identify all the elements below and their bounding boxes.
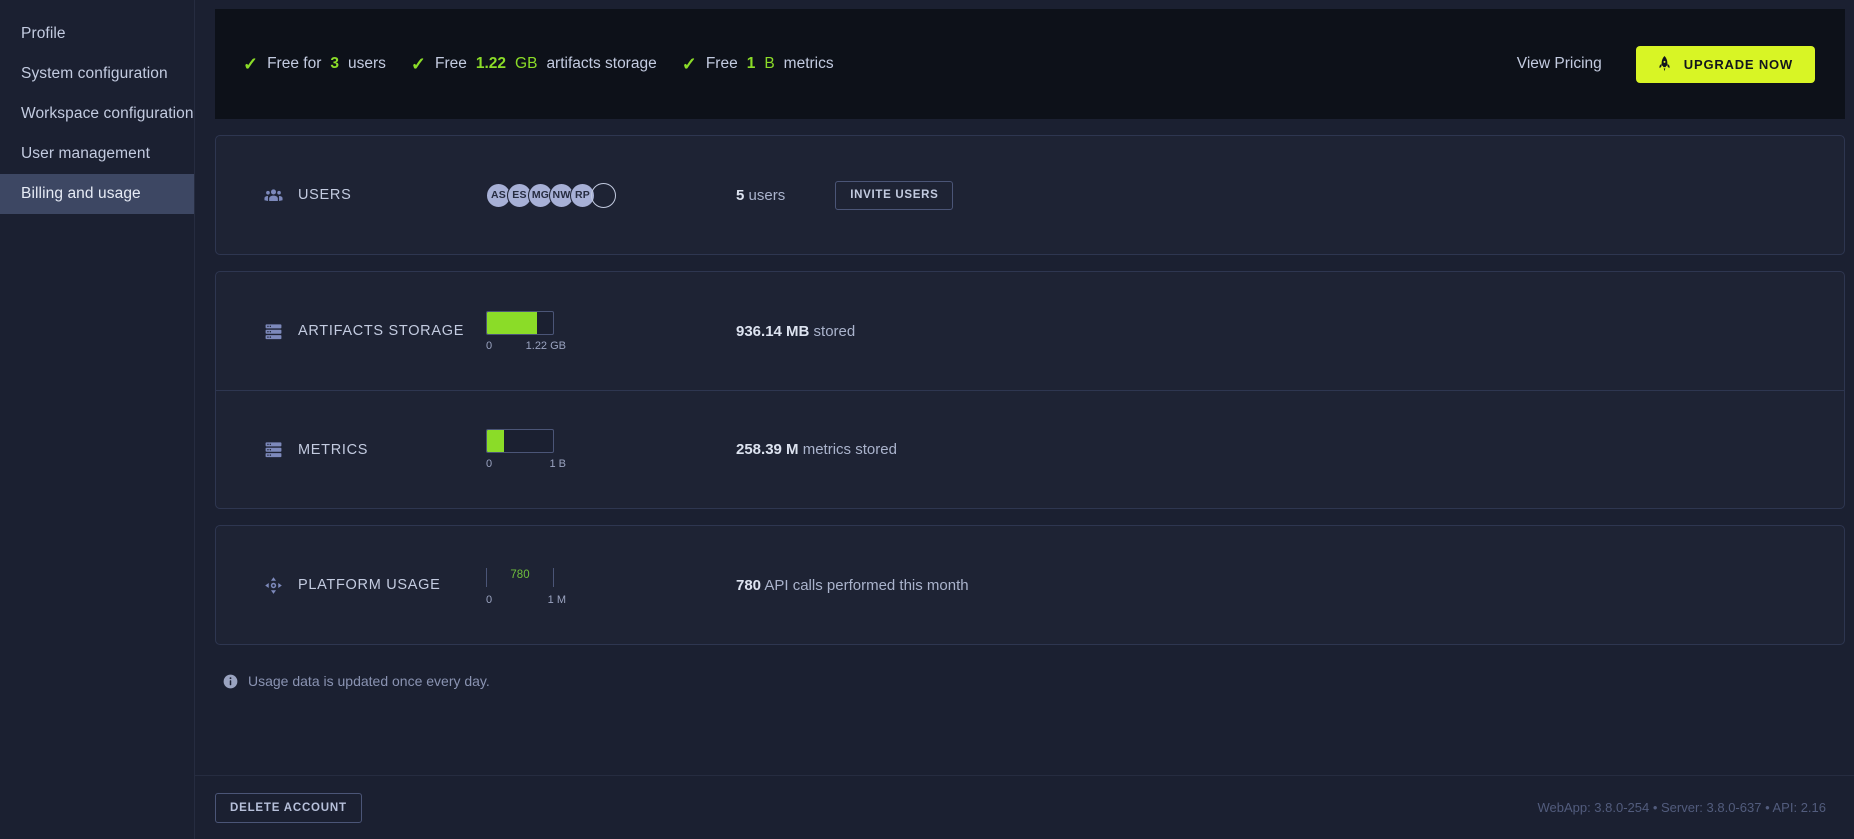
metrics-gauge-container: 0 1 B: [486, 429, 736, 470]
artifacts-gauge-container: 0 1.22 GB: [486, 310, 736, 352]
artifacts-gauge: [486, 310, 554, 335]
rocket-icon: [1659, 55, 1670, 71]
avatars-container: AS ES MG NW RP: [486, 182, 736, 208]
info-icon: [223, 674, 238, 688]
metrics-row-title: METRICS: [298, 441, 369, 458]
artifacts-stored-value: 936.14 MB stored: [736, 323, 855, 340]
version-info: WebApp: 3.8.0-254 • Server: 3.8.0-637 • …: [1537, 800, 1826, 815]
artifacts-gauge-fill: [487, 311, 537, 334]
sidebar: Profile System configuration Workspace c…: [0, 0, 195, 839]
scroll-area: ✓ Free for 3 users ✓ Free 1.22 GB artifa…: [195, 0, 1854, 775]
usage-note: Usage data is updated once every day.: [215, 661, 1845, 689]
perk-prefix: Free for: [267, 55, 322, 72]
view-pricing-link[interactable]: View Pricing: [1517, 55, 1602, 73]
perk-value: 1.22: [475, 55, 507, 72]
users-count: 5 users: [736, 187, 785, 204]
artifacts-gauge-ticks: 0 1.22 GB: [486, 339, 566, 352]
users-count-value: 5: [736, 186, 745, 204]
metrics-gauge: [486, 429, 554, 453]
metrics-gauge-ticks: 0 1 B: [486, 458, 566, 470]
platform-meter-ticks: 0 1 M: [486, 593, 566, 606]
people-icon: [264, 188, 283, 201]
perk-users: ✓ Free for 3 users: [243, 55, 386, 73]
sidebar-item-user-management[interactable]: User management: [0, 134, 194, 174]
perk-value: 1: [746, 55, 756, 72]
platform-meter: 780: [486, 565, 554, 589]
perk-suffix: metrics: [783, 55, 834, 72]
platform-usage-value: 780 API calls performed this month: [736, 577, 969, 594]
perk-suffix: artifacts storage: [546, 55, 657, 72]
platform-value-suffix: API calls performed this month: [764, 576, 969, 594]
users-row-label: USERS: [264, 186, 486, 205]
perk-prefix: Free: [434, 55, 467, 72]
usage-card: ARTIFACTS STORAGE 0 1.22 GB 936.14 MB st…: [215, 271, 1845, 509]
gauge-min-label: 0: [486, 458, 493, 470]
artifacts-storage-row: ARTIFACTS STORAGE 0 1.22 GB 936.14 MB st…: [216, 272, 1844, 390]
sidebar-item-label: Billing and usage: [21, 185, 141, 202]
metrics-value: 258.39 M: [736, 441, 799, 458]
artifacts-value: 936.14 MB: [736, 322, 810, 340]
metrics-gauge-fill: [487, 430, 505, 452]
storage-icon: [265, 442, 282, 458]
delete-account-button[interactable]: DELETE ACCOUNT: [215, 792, 362, 823]
move-arrows-icon: [265, 576, 282, 594]
platform-meter-container: 780 0 1 M: [486, 565, 736, 606]
artifacts-row-label: ARTIFACTS STORAGE: [264, 322, 486, 341]
app-root: Profile System configuration Workspace c…: [0, 0, 1854, 839]
main-content: ✓ Free for 3 users ✓ Free 1.22 GB artifa…: [195, 0, 1854, 839]
perk-artifacts-storage: ✓ Free 1.22 GB artifacts storage: [411, 55, 657, 73]
gauge-min-label: 0: [486, 339, 493, 352]
metrics-stored-value: 258.39 M metrics stored: [736, 441, 897, 458]
users-row-title: USERS: [298, 187, 352, 203]
users-row: USERS AS ES MG NW RP 5 users INVITE USER…: [216, 136, 1844, 254]
meter-min-label: 0: [486, 593, 493, 606]
invite-users-button[interactable]: INVITE USERS: [835, 180, 954, 210]
sidebar-item-label: Profile: [21, 25, 66, 42]
perks-list: ✓ Free for 3 users ✓ Free 1.22 GB artifa…: [243, 55, 834, 73]
sidebar-item-billing-and-usage[interactable]: Billing and usage: [0, 174, 194, 214]
sidebar-item-system-configuration[interactable]: System configuration: [0, 54, 194, 94]
usage-note-text: Usage data is updated once every day.: [248, 673, 490, 689]
free-tier-banner: ✓ Free for 3 users ✓ Free 1.22 GB artifa…: [215, 9, 1845, 119]
gauge-max-label: 1 B: [549, 458, 566, 470]
meter-marker-label: 780: [510, 568, 530, 581]
artifacts-row-title: ARTIFACTS STORAGE: [298, 323, 465, 339]
check-icon: ✓: [410, 54, 426, 74]
perk-unit: GB: [515, 55, 538, 72]
perk-prefix: Free: [705, 55, 738, 72]
metrics-row: METRICS 0 1 B 258.39 M metrics stored: [216, 390, 1844, 508]
platform-usage-card: PLATFORM USAGE 780 0 1 M 780 API calls p…: [215, 525, 1845, 645]
sidebar-item-label: System configuration: [21, 65, 168, 82]
platform-usage-row: PLATFORM USAGE 780 0 1 M 780 API calls p…: [216, 526, 1844, 644]
upgrade-now-label: UPGRADE NOW: [1683, 56, 1793, 72]
perk-metrics: ✓ Free 1 B metrics: [682, 55, 834, 73]
gauge-max-label: 1.22 GB: [525, 339, 566, 352]
artifacts-value-suffix: stored: [813, 322, 856, 340]
footer-bar: DELETE ACCOUNT WebApp: 3.8.0-254 • Serve…: [195, 775, 1854, 839]
perk-suffix: users: [347, 55, 386, 72]
perk-value: 3: [330, 55, 339, 72]
avatar-group: AS ES MG NW RP: [486, 182, 616, 208]
perk-unit: B: [764, 55, 775, 72]
sidebar-item-profile[interactable]: Profile: [0, 14, 194, 54]
platform-row-label: PLATFORM USAGE: [264, 576, 486, 595]
add-user-circle-icon[interactable]: [591, 182, 616, 208]
platform-row-title: PLATFORM USAGE: [298, 577, 441, 593]
users-card: USERS AS ES MG NW RP 5 users INVITE USER…: [215, 135, 1845, 255]
sidebar-item-workspace-configuration[interactable]: Workspace configuration: [0, 94, 194, 134]
sidebar-item-label: User management: [21, 145, 151, 162]
check-icon: ✓: [243, 54, 259, 74]
banner-actions: View Pricing UPGRADE NOW: [1517, 45, 1815, 83]
platform-value: 780: [736, 576, 762, 594]
users-count-suffix: users: [748, 186, 786, 204]
meter-max-label: 1 M: [547, 593, 566, 606]
sidebar-item-label: Workspace configuration: [21, 105, 194, 122]
check-icon: ✓: [681, 54, 697, 74]
metrics-value-suffix: metrics stored: [802, 441, 897, 458]
metrics-row-label: METRICS: [264, 440, 486, 459]
upgrade-now-button[interactable]: UPGRADE NOW: [1635, 45, 1815, 83]
storage-icon: [265, 323, 282, 339]
